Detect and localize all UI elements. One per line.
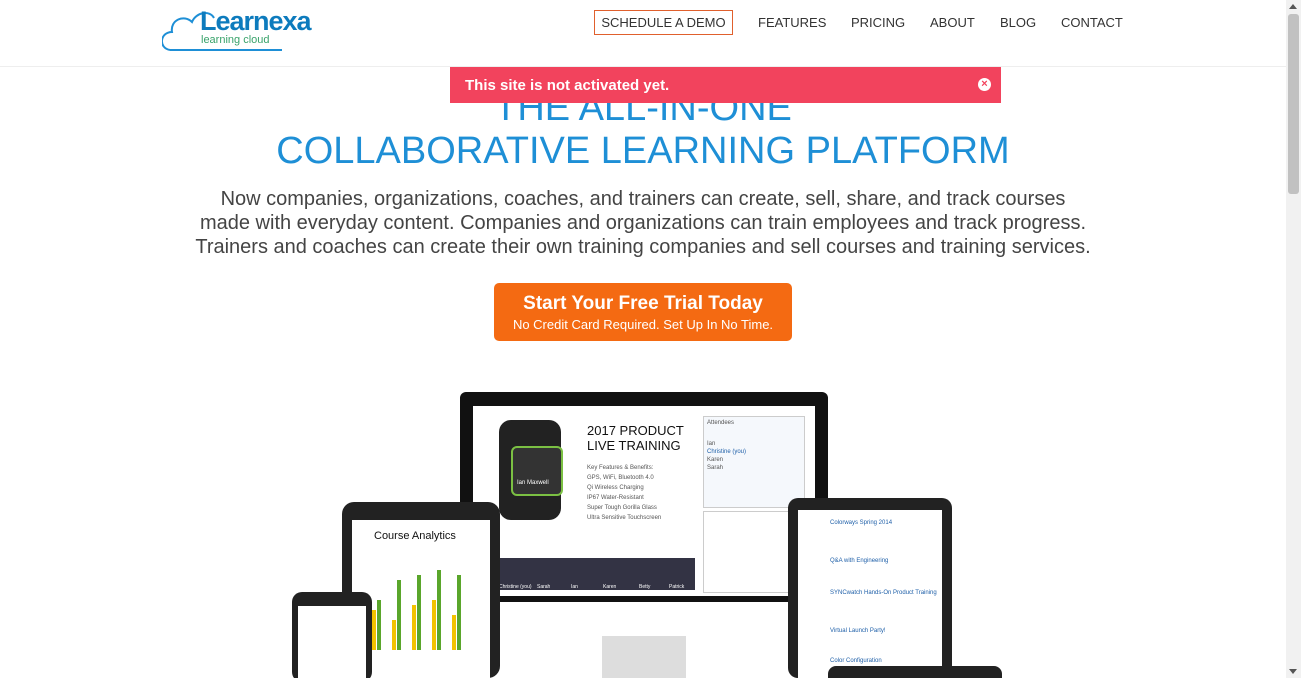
scroll-down-arrow-icon[interactable]: [1289, 669, 1297, 674]
monitor-stand: [602, 636, 686, 678]
tablet-left-screen: Course Analytics: [352, 520, 490, 678]
phone-right: [828, 666, 1002, 678]
hero-desc-line3: Trainers and coaches can create their ow…: [195, 236, 1091, 258]
nav-contact[interactable]: CONTACT: [1061, 10, 1123, 35]
activation-alert: This site is not activated yet. ×: [450, 67, 1001, 103]
analytics-bars: [372, 570, 461, 650]
participant-6: Patrick: [669, 584, 685, 590]
feed-item-2: Q&A with Engineering: [830, 558, 889, 564]
attendee-2: Christine (you): [707, 449, 747, 455]
hero-title-line2: COLLABORATIVE LEARNING PLATFORM: [276, 130, 1010, 172]
feed-item-1: Colorways Spring 2014: [830, 520, 893, 526]
watch-image: Ian Maxwell: [499, 420, 563, 520]
attendee-4: Sarah: [707, 465, 724, 471]
monitor-title-2: LIVE TRAINING: [587, 438, 681, 453]
tablet-right-screen: Colorways Spring 2014 Q&A with Engineeri…: [798, 510, 942, 678]
nav-pricing[interactable]: PRICING: [851, 10, 905, 35]
monitor-screen: Ian Maxwell 2017 PRODUCT LIVE TRAINING K…: [473, 406, 815, 596]
nav-features[interactable]: FEATURES: [758, 10, 826, 35]
participant-5: Betty: [639, 584, 651, 590]
hero-desc-line1: Now companies, organizations, coaches, a…: [220, 188, 1066, 210]
site-header: Learnexa learning cloud SCHEDULE A DEMO …: [0, 0, 1286, 67]
monitor: Ian Maxwell 2017 PRODUCT LIVE TRAINING K…: [460, 392, 828, 602]
monitor-title-1: 2017 PRODUCT: [587, 423, 684, 438]
cta-sub-label: No Credit Card Required. Set Up In No Ti…: [512, 317, 774, 332]
phone-left: [292, 592, 372, 678]
feed-item-3: SYNCwatch Hands-On Product Training: [830, 590, 937, 596]
attendee-3: Karen: [707, 457, 724, 463]
feature-3: IP67 Water-Resistant: [587, 495, 644, 501]
scroll-up-arrow-icon[interactable]: [1289, 4, 1297, 9]
close-icon[interactable]: ×: [978, 78, 991, 91]
free-trial-button[interactable]: Start Your Free Trial Today No Credit Ca…: [494, 283, 792, 341]
feature-4: Super Tough Gorilla Glass: [587, 505, 657, 511]
attendees-label: Attendees: [707, 420, 735, 426]
cta-main-label: Start Your Free Trial Today: [523, 293, 763, 314]
participant-2: Sarah: [537, 584, 551, 590]
participant-strip: Christine (you) Sarah Ian Karen Betty Pa…: [499, 558, 695, 590]
watch-face: Ian Maxwell: [511, 446, 563, 496]
tablet-title: Course Analytics: [374, 530, 456, 542]
alert-message: This site is not activated yet.: [465, 77, 670, 94]
feature-1: GPS, WiFi, Bluetooth 4.0: [587, 475, 654, 481]
page: Learnexa learning cloud SCHEDULE A DEMO …: [0, 0, 1286, 678]
brand-tagline: learning cloud: [201, 34, 270, 46]
hero-desc-line2: made with everyday content. Companies an…: [199, 212, 1087, 234]
scrollbar-thumb[interactable]: [1288, 14, 1299, 194]
nav-blog[interactable]: BLOG: [1000, 10, 1036, 35]
hero-description: Now companies, organizations, coaches, a…: [150, 187, 1136, 259]
participant-4: Karen: [603, 584, 617, 590]
participant-3: Ian: [571, 584, 578, 590]
phone-left-screen: [298, 606, 366, 678]
logo[interactable]: Learnexa learning cloud: [162, 4, 312, 54]
watch-caller: Ian Maxwell: [517, 480, 549, 486]
feature-5: Ultra Sensitive Touchscreen: [587, 515, 662, 521]
participant-1: Christine (you): [499, 584, 532, 590]
attendee-1: Ian: [707, 441, 716, 447]
features-head: Key Features & Benefits:: [587, 465, 654, 471]
feed-item-4: Virtual Launch Party!: [830, 628, 886, 634]
feature-2: Qi Wireless Charging: [587, 485, 644, 491]
device-mockup: Ian Maxwell 2017 PRODUCT LIVE TRAINING K…: [290, 390, 1010, 678]
attendees-panel: Attendees Ian Christine (you) Karen Sara…: [703, 416, 805, 508]
nav-about[interactable]: ABOUT: [930, 10, 975, 35]
brand-name: Learnexa: [200, 6, 312, 36]
schedule-demo-button[interactable]: SCHEDULE A DEMO: [594, 10, 733, 35]
tablet-right: Colorways Spring 2014 Q&A with Engineeri…: [788, 498, 952, 678]
vertical-scrollbar[interactable]: [1286, 0, 1301, 678]
feed-item-5: Color Configuration: [830, 658, 882, 664]
